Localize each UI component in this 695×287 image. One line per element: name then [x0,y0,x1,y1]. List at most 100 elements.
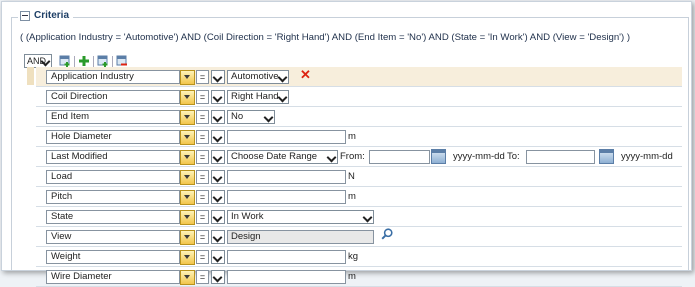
value-input[interactable] [227,130,346,144]
operator-field[interactable]: = [196,170,209,184]
from-date-format: yyyy-mm-dd [453,151,505,162]
operator-field[interactable]: = [196,230,209,244]
calendar-icon[interactable] [599,149,614,164]
logic-operator-select[interactable]: AND [24,54,52,68]
chevron-down-icon [277,91,288,102]
attribute-name-field[interactable]: Hole Diameter [46,130,180,144]
attribute-name-field[interactable]: Weight [46,250,180,264]
attribute-dropdown-icon[interactable] [180,90,195,105]
unit-label: m [348,131,356,142]
operator-field[interactable]: = [196,270,209,284]
operator-dropdown[interactable] [211,130,225,144]
attribute-dropdown-icon[interactable] [180,170,195,185]
unit-label: kg [348,251,359,262]
from-date-input[interactable] [369,150,430,164]
chevron-down-icon [40,55,51,66]
attribute-name-field[interactable]: Wire Diameter [46,270,180,284]
attribute-dropdown-icon[interactable] [180,210,195,225]
collapse-icon[interactable] [20,10,30,21]
criteria-summary: ( (Application Industry = 'Automotive') … [20,32,631,43]
attribute-name-field[interactable]: End Item [46,110,180,124]
operator-field[interactable]: = [196,110,209,124]
attribute-dropdown-icon[interactable] [180,130,195,145]
criteria-row-application-industry: Application Industry = Automotive ✕ [27,67,682,86]
attribute-dropdown-icon[interactable] [180,250,195,265]
attribute-name-field[interactable]: Load [46,170,180,184]
add-row-icon[interactable] [59,55,71,67]
operator-field[interactable]: = [196,130,209,144]
operator-dropdown[interactable] [211,210,225,224]
operator-dropdown[interactable] [211,230,225,244]
add-group-icon[interactable] [97,55,109,67]
criteria-rows: Application Industry = Automotive ✕ Coil… [27,67,682,287]
delete-row-icon[interactable]: ✕ [300,68,311,81]
operator-field[interactable]: = [196,250,209,264]
criteria-row-coil-direction: Coil Direction = Right Hand [36,86,682,106]
value-input[interactable] [227,170,346,184]
add-green-icon[interactable] [78,55,90,67]
operator-dropdown[interactable] [211,70,225,84]
attribute-dropdown-icon[interactable] [180,270,195,285]
operator-dropdown[interactable] [211,190,225,204]
value-select[interactable]: Right Hand [227,90,289,104]
operator-dropdown[interactable] [211,90,225,104]
chevron-down-icon [212,251,223,262]
chevron-down-icon [212,211,223,222]
value-select-text: In Work [231,211,264,222]
operator-field[interactable]: = [196,190,209,204]
to-date-format: yyyy-mm-dd [621,151,673,162]
value-select[interactable]: No [227,110,275,124]
value-input[interactable] [227,190,346,204]
value-input[interactable] [227,250,346,264]
attribute-name-field[interactable]: Coil Direction [46,90,180,104]
chevron-down-icon [212,71,223,82]
operator-dropdown[interactable] [211,170,225,184]
chevron-down-icon [277,71,288,82]
value-select[interactable]: In Work [227,210,374,224]
value-select-text: Automotive [231,71,279,82]
attribute-dropdown-icon[interactable] [180,190,195,205]
criteria-row-end-item: End Item = No [36,106,682,126]
unit-label: N [348,171,355,182]
criteria-row-wire-diameter: Wire Diameter = m [36,266,682,287]
operator-dropdown[interactable] [211,110,225,124]
chevron-down-icon [212,191,223,202]
chevron-down-icon [263,111,274,122]
search-icon[interactable] [381,228,393,240]
value-input[interactable] [227,270,346,284]
attribute-name-field[interactable]: View [46,230,180,244]
value-input[interactable]: Design [227,230,374,244]
to-date-input[interactable] [526,150,595,164]
value-select[interactable]: Automotive [227,70,289,84]
criteria-toolbar: AND [24,54,128,68]
attribute-name-field[interactable]: Application Industry [46,70,180,84]
chevron-down-icon [212,151,223,162]
attribute-dropdown-icon[interactable] [180,150,195,165]
criteria-row-last-modified: Last Modified = Choose Date Range From: … [36,146,682,166]
operator-field[interactable]: = [196,70,209,84]
remove-group-icon[interactable] [116,55,128,67]
attribute-name-field[interactable]: Pitch [46,190,180,204]
operator-dropdown[interactable] [211,150,225,164]
operator-field[interactable]: = [196,150,209,164]
calendar-icon[interactable] [431,149,446,164]
operator-field[interactable]: = [196,90,209,104]
date-range-select[interactable]: Choose Date Range [227,150,338,164]
attribute-dropdown-icon[interactable] [180,110,195,125]
chevron-down-icon [326,151,337,162]
criteria-row-hole-diameter: Hole Diameter = m [36,126,682,146]
attribute-name-field[interactable]: State [46,210,180,224]
value-select-text: No [231,111,244,122]
operator-dropdown[interactable] [211,270,225,284]
attribute-dropdown-icon[interactable] [180,70,195,85]
operator-field[interactable]: = [196,210,209,224]
criteria-row-load: Load = N [36,166,682,186]
operator-dropdown[interactable] [211,250,225,264]
chevron-down-icon [212,111,223,122]
attribute-dropdown-icon[interactable] [180,230,195,245]
criteria-legend[interactable]: Criteria [18,10,74,21]
attribute-name-field[interactable]: Last Modified [46,150,180,164]
chevron-down-icon [212,91,223,102]
criteria-row-weight: Weight = kg [36,246,682,266]
unit-label: m [348,191,356,202]
